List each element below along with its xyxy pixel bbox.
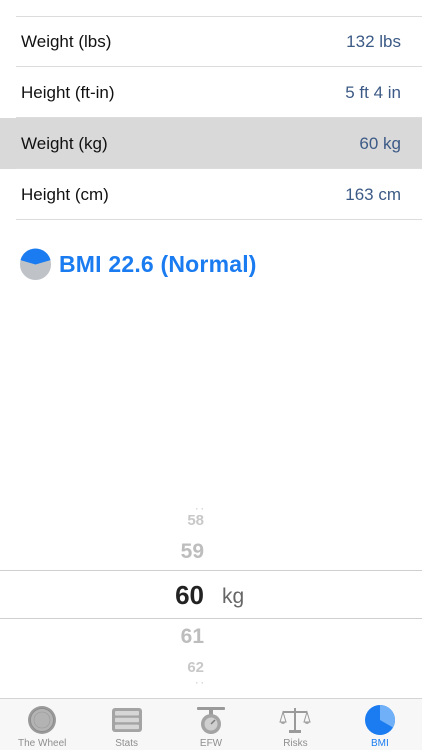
- wheel-icon: [28, 706, 57, 734]
- stats-icon: [111, 708, 142, 732]
- scale-icon: [197, 707, 226, 734]
- picker-fade-bottom: · ·: [195, 678, 205, 688]
- tab-label: BMI: [370, 738, 389, 749]
- row-weight-lbs[interactable]: Weight (lbs) 132 lbs: [0, 16, 422, 67]
- tab-label: Risks: [283, 738, 308, 749]
- tab-bmi[interactable]: BMI: [338, 699, 422, 750]
- picker-selected-value: 60: [175, 580, 204, 610]
- weight-picker[interactable]: · · 58 59 60 kg 61 62 · ·: [0, 498, 422, 688]
- tab-label: The Wheel: [18, 738, 67, 749]
- picker-value: 58: [187, 512, 204, 529]
- tab-the-wheel[interactable]: The Wheel: [0, 699, 84, 750]
- row-value: 5 ft 4 in: [345, 82, 401, 102]
- picker-selection-bottom-line: [0, 618, 422, 619]
- bmi-text: BMI 22.6 (Normal): [59, 251, 257, 277]
- picker-value: 62: [187, 659, 204, 676]
- row-height-cm[interactable]: Height (cm) 163 cm: [0, 169, 422, 220]
- picker-unit: kg: [222, 585, 245, 608]
- row-label: Weight (kg): [21, 133, 108, 153]
- row-label: Weight (lbs): [21, 31, 112, 51]
- row-value: 60 kg: [359, 133, 401, 153]
- tab-stats[interactable]: Stats: [84, 699, 168, 750]
- measurement-list: Weight (lbs) 132 lbs Height (ft-in) 5 ft…: [0, 16, 422, 220]
- row-value: 163 cm: [345, 184, 401, 204]
- tab-label: Stats: [115, 738, 138, 749]
- tab-efw[interactable]: EFW: [169, 699, 253, 750]
- bmi-pie-icon: [19, 248, 52, 281]
- row-value: 132 lbs: [346, 31, 401, 51]
- row-weight-kg[interactable]: Weight (kg) 60 kg: [0, 118, 422, 169]
- tab-risks[interactable]: Risks: [253, 699, 337, 750]
- row-height-ft-in[interactable]: Height (ft-in) 5 ft 4 in: [0, 67, 422, 118]
- picker-selection-top-line: [0, 570, 422, 571]
- row-label: Height (ft-in): [21, 82, 115, 102]
- tab-label: EFW: [199, 738, 223, 749]
- bmi-result: BMI 22.6 (Normal): [19, 248, 257, 281]
- bmi-pie-icon: [364, 705, 395, 735]
- row-label: Height (cm): [21, 184, 109, 204]
- picker-value: 61: [180, 625, 204, 648]
- tab-bar: The Wheel Stats EFW Risks BMI: [0, 698, 422, 750]
- picker-value: 59: [180, 540, 204, 563]
- balance-icon: [279, 708, 312, 733]
